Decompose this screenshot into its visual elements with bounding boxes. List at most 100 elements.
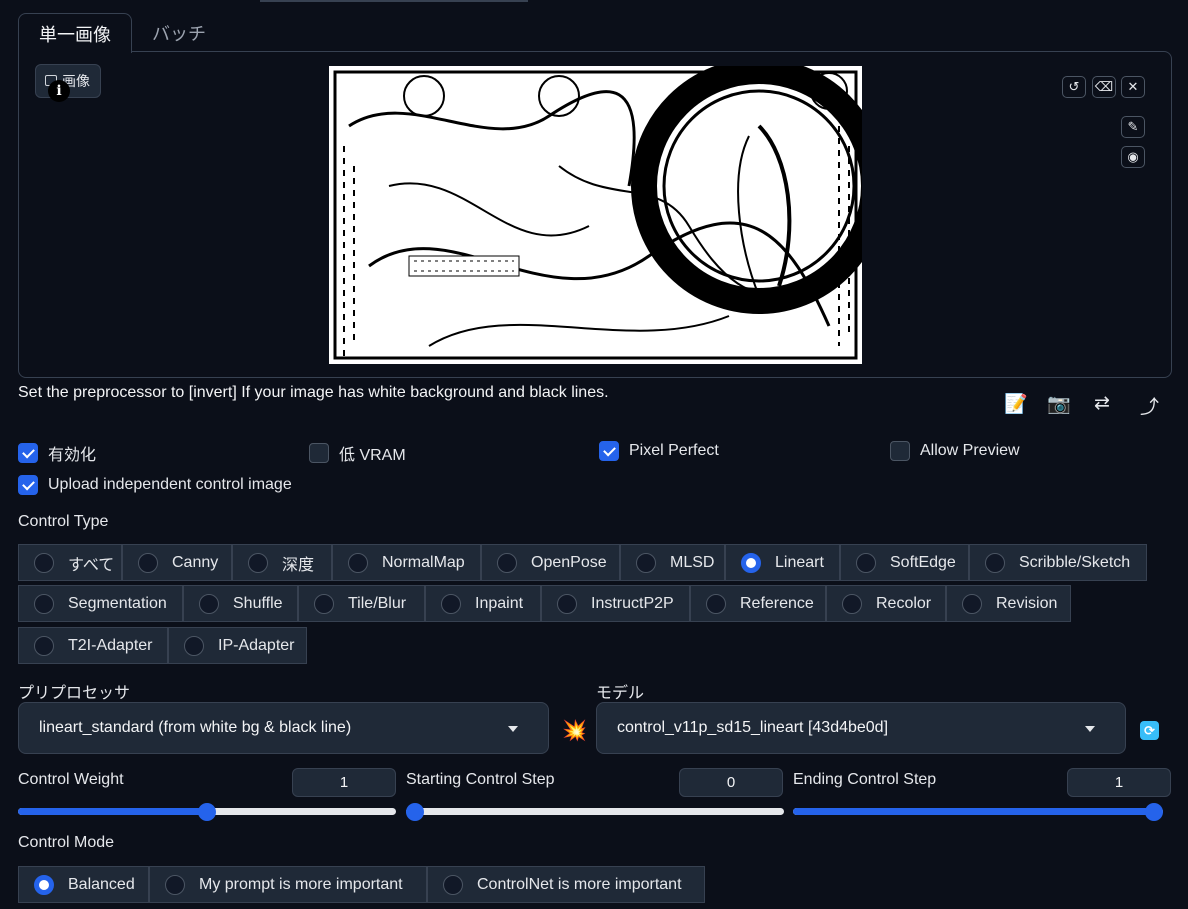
starting-step-label: Starting Control Step <box>406 771 555 788</box>
radio-control-type[interactable]: すべて <box>18 544 122 581</box>
slider-thumb[interactable] <box>198 803 216 821</box>
tab-single-image[interactable]: 単一画像 <box>18 13 132 53</box>
radio-dot <box>199 593 219 614</box>
lineart-illustration <box>329 66 862 364</box>
radio-label: Balanced <box>68 875 135 893</box>
radio-control-type[interactable]: MLSD <box>620 544 725 581</box>
radio-label: Lineart <box>775 553 824 571</box>
radio-label: T2I-Adapter <box>68 636 153 654</box>
radio-dot <box>165 874 185 895</box>
checkbox-label: 低 VRAM <box>339 447 406 464</box>
radio-dot <box>138 552 158 573</box>
radio-dot <box>497 552 517 573</box>
slider-thumb[interactable] <box>406 803 424 821</box>
preprocessor-label: プリプロセッサ <box>18 685 131 702</box>
checkbox-box[interactable] <box>599 441 619 461</box>
radio-control-type[interactable]: Recolor <box>826 585 946 622</box>
image-upload-panel[interactable]: 画像 i ↺ ⌫ ✕ ✎ ◉ <box>18 51 1172 378</box>
radio-dot <box>34 552 54 573</box>
radio-control-type[interactable]: 深度 <box>232 544 332 581</box>
radio-dot <box>34 635 54 656</box>
slider-fill <box>18 808 207 815</box>
radio-label: Inpaint <box>475 594 524 612</box>
checkbox-label: Upload independent control image <box>48 476 292 493</box>
ending-step-label: Ending Control Step <box>793 771 937 788</box>
model-label: モデル <box>596 685 645 702</box>
refresh-models-icon[interactable]: ⟳ <box>1140 721 1159 740</box>
radio-control-type[interactable]: Reference <box>690 585 826 622</box>
radio-dot <box>985 552 1005 573</box>
control-weight-input[interactable]: 1 <box>292 768 396 797</box>
radio-label: Scribble/Sketch <box>1019 553 1131 571</box>
radio-label: Tile/Blur <box>348 594 407 612</box>
radio-control-type[interactable]: Scribble/Sketch <box>969 544 1147 581</box>
radio-label: IP-Adapter <box>218 636 295 654</box>
control-mode-label: Control Mode <box>18 834 115 851</box>
slider-thumb[interactable] <box>1145 803 1163 821</box>
checkbox-box[interactable] <box>18 443 38 463</box>
radio-control-type[interactable]: T2I-Adapter <box>18 627 168 664</box>
radio-control-type[interactable]: IP-Adapter <box>168 627 307 664</box>
starting-step-input[interactable]: 0 <box>679 768 783 797</box>
close-button[interactable]: ✕ <box>1121 76 1145 98</box>
radio-control-type[interactable]: SoftEdge <box>840 544 969 581</box>
radio-dot <box>34 593 54 614</box>
radio-dot <box>248 552 268 573</box>
radio-control-type[interactable]: Shuffle <box>183 585 298 622</box>
radio-dot <box>348 552 368 573</box>
erase-button[interactable]: ⌫ <box>1092 76 1116 98</box>
radio-control-mode[interactable]: My prompt is more important <box>149 866 427 903</box>
palette-button[interactable]: ◉ <box>1121 146 1145 168</box>
radio-label: OpenPose <box>531 553 607 571</box>
radio-dot <box>184 635 204 656</box>
radio-control-type[interactable]: InstructP2P <box>541 585 690 622</box>
radio-control-type[interactable]: Canny <box>122 544 232 581</box>
camera-icon[interactable]: 📷 <box>1047 392 1071 416</box>
radio-control-type[interactable]: Tile/Blur <box>298 585 425 622</box>
preprocessor-select[interactable]: lineart_standard (from white bg & black … <box>18 702 549 754</box>
send-icon[interactable]: ⤴ <box>1140 392 1159 419</box>
radio-control-type[interactable]: OpenPose <box>481 544 620 581</box>
tab-batch[interactable]: バッチ <box>132 13 226 52</box>
checkbox-box[interactable] <box>18 475 38 495</box>
swap-icon[interactable]: ⇄ <box>1094 392 1110 415</box>
brush-button[interactable]: ✎ <box>1121 116 1145 138</box>
top-divider <box>260 0 528 2</box>
radio-label: My prompt is more important <box>199 875 403 893</box>
radio-label: NormalMap <box>382 553 465 571</box>
radio-label: Shuffle <box>233 594 283 612</box>
edit-icon[interactable]: 📝 <box>1004 392 1028 416</box>
radio-control-type[interactable]: Segmentation <box>18 585 183 622</box>
radio-dot <box>443 874 463 895</box>
checkbox-enable[interactable]: 有効化 <box>18 441 96 465</box>
radio-control-type[interactable]: Revision <box>946 585 1071 622</box>
checkbox-allow-preview[interactable]: Allow Preview <box>890 441 1020 461</box>
radio-dot <box>842 593 862 614</box>
model-select[interactable]: control_v11p_sd15_lineart [43d4be0d] <box>596 702 1126 754</box>
checkbox-pixel-perfect[interactable]: Pixel Perfect <box>599 441 719 461</box>
radio-control-mode[interactable]: ControlNet is more important <box>427 866 705 903</box>
control-weight-slider[interactable] <box>18 803 396 821</box>
checkbox-low-vram[interactable]: 低 VRAM <box>309 441 406 465</box>
undo-button[interactable]: ↺ <box>1062 76 1086 98</box>
radio-dot <box>636 552 656 573</box>
radio-control-mode[interactable]: Balanced <box>18 866 149 903</box>
radio-dot <box>706 593 726 614</box>
radio-control-type[interactable]: Inpaint <box>425 585 541 622</box>
ending-step-input[interactable]: 1 <box>1067 768 1171 797</box>
checkbox-label: Allow Preview <box>920 442 1020 459</box>
info-icon[interactable]: i <box>48 80 70 102</box>
checkbox-box[interactable] <box>890 441 910 461</box>
checkbox-upload-independent[interactable]: Upload independent control image <box>18 475 292 495</box>
radio-control-type[interactable]: NormalMap <box>332 544 481 581</box>
run-preprocessor-icon[interactable]: 💥 <box>562 718 587 743</box>
checkbox-box[interactable] <box>309 443 329 463</box>
radio-label: 深度 <box>282 556 315 574</box>
radio-dot <box>557 593 577 614</box>
radio-control-type[interactable]: Lineart <box>725 544 840 581</box>
radio-label: Canny <box>172 553 219 571</box>
image-tabs: 単一画像 バッチ <box>18 13 226 53</box>
starting-step-slider[interactable] <box>406 803 784 821</box>
ending-step-slider[interactable] <box>793 803 1163 821</box>
radio-label: すべて <box>68 556 115 574</box>
